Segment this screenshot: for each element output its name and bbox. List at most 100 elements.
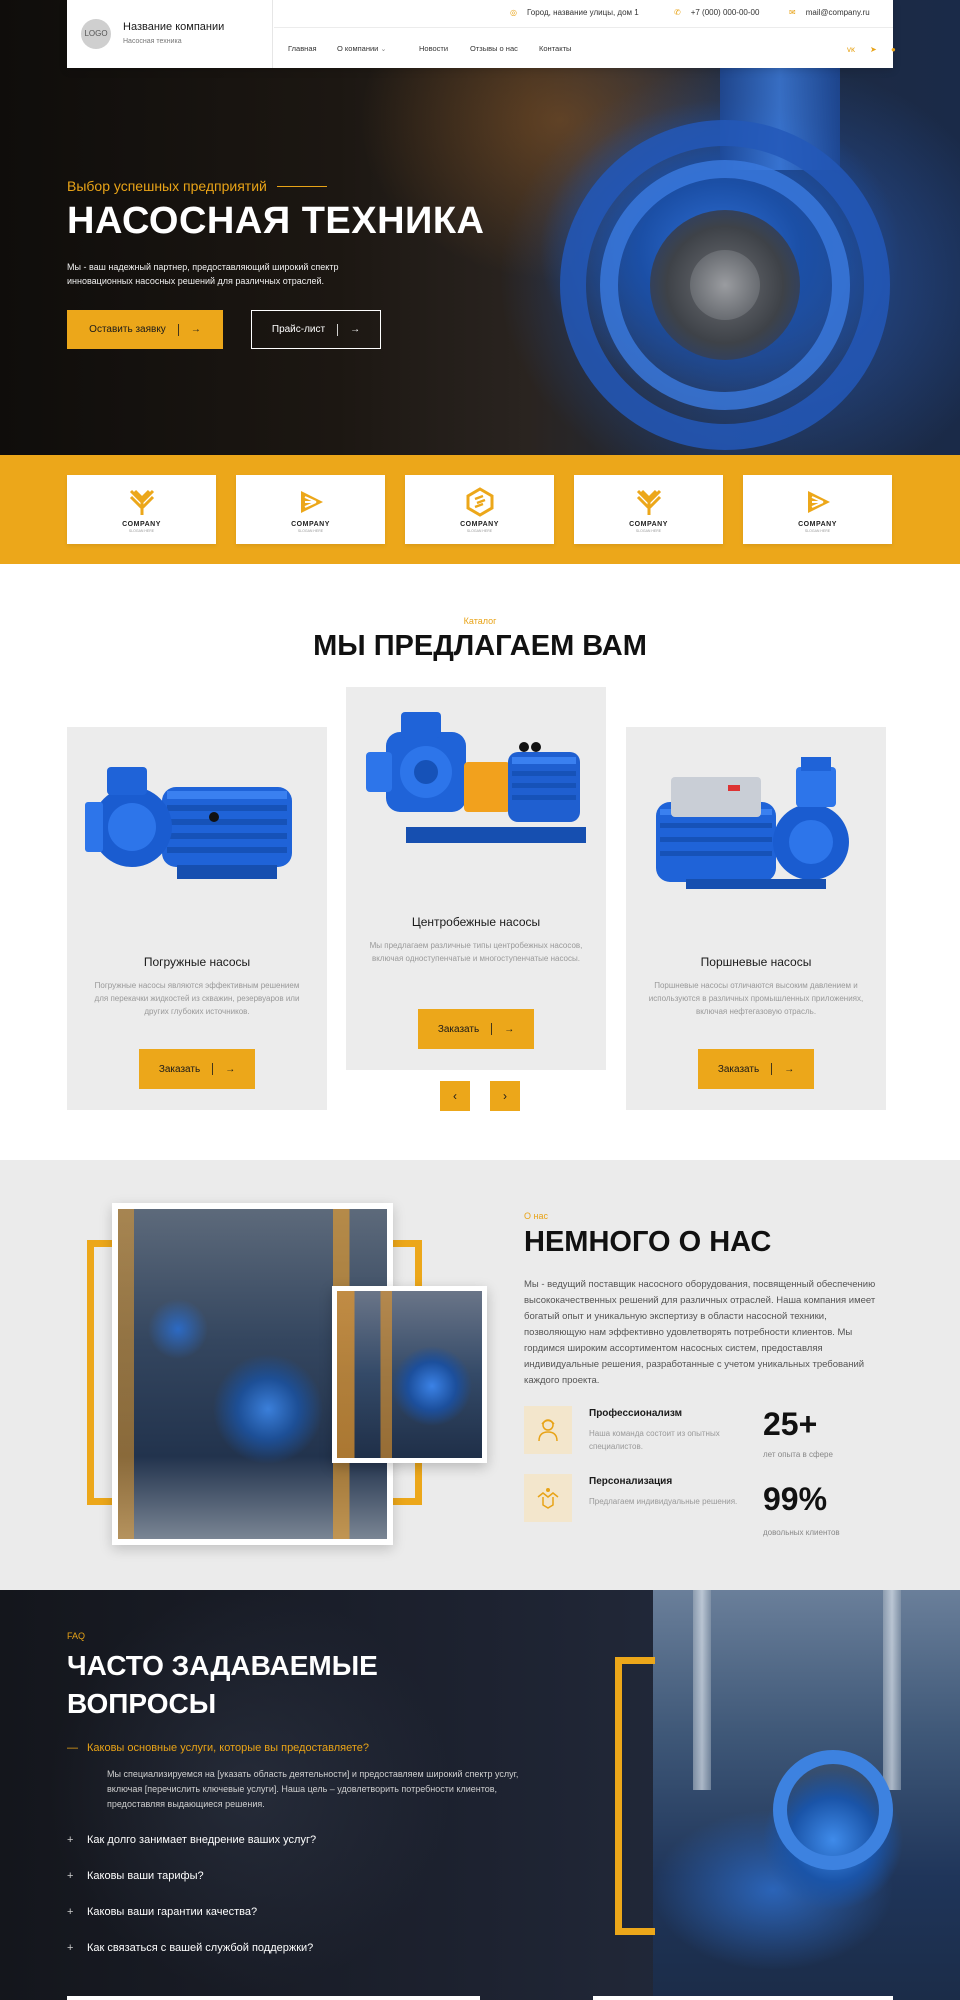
partner-slogan: SLOGAN HERE bbox=[128, 528, 155, 533]
partner-name: COMPANY bbox=[122, 520, 161, 528]
nav-item-contacts[interactable]: Контакты bbox=[539, 44, 571, 53]
kicker-line bbox=[276, 185, 327, 187]
partner-name: COMPANY bbox=[629, 520, 668, 528]
request-button[interactable]: Оставить заявку → bbox=[67, 310, 223, 349]
stat-label: лет опыта в сфере bbox=[763, 1450, 833, 1459]
partner-slogan: SLOGAN HERE bbox=[297, 528, 324, 533]
partner-logo[interactable]: COMPANY SLOGAN HERE bbox=[236, 475, 385, 544]
button-separator bbox=[491, 1023, 493, 1035]
pump-valve-image bbox=[337, 1291, 482, 1458]
product-name: Центробежные насосы bbox=[411, 915, 541, 929]
feature-description: Предлагаем индивидуальные решения. bbox=[589, 1497, 738, 1506]
stat-label: довольных клиентов bbox=[763, 1528, 840, 1537]
submersible-pump-image bbox=[85, 767, 292, 879]
about-kicker: О нас bbox=[524, 1211, 548, 1221]
partner-logo[interactable]: COMPANY SLOGAN HERE bbox=[574, 475, 723, 544]
product-card: Центробежные насосы Мы предлагаем различ… bbox=[346, 687, 606, 1070]
brand-block[interactable]: LOGO Название компании Насосная техника bbox=[67, 0, 273, 68]
footer-divider bbox=[593, 1996, 893, 2000]
faq-question[interactable]: + Каковы ваши гарантии качества? bbox=[67, 1906, 257, 1918]
stat-value: 99% bbox=[763, 1481, 828, 1517]
price-list-button[interactable]: Прайс-лист → bbox=[251, 310, 381, 349]
faq-question[interactable]: + Как долго занимает внедрение ваших усл… bbox=[67, 1834, 316, 1846]
order-button[interactable]: Заказать → bbox=[698, 1049, 814, 1089]
piston-pump-image bbox=[656, 757, 849, 889]
phone-text[interactable]: +7 (000) 000-00-00 bbox=[691, 8, 760, 17]
partner-name: COMPANY bbox=[460, 520, 499, 528]
button-separator bbox=[212, 1063, 214, 1075]
product-name: Поршневые насосы bbox=[700, 955, 812, 969]
vk-icon[interactable]: ᴠᴋ bbox=[847, 45, 855, 54]
order-button[interactable]: Заказать → bbox=[418, 1009, 534, 1049]
hero-description: Мы - ваш надежный партнер, предоставляющ… bbox=[67, 262, 339, 286]
decor-bracket-faq bbox=[615, 1657, 655, 1935]
button-separator bbox=[337, 323, 339, 336]
partner-slogan: SLOGAN HERE bbox=[635, 528, 662, 533]
stat-value: 25+ bbox=[763, 1406, 818, 1442]
plus-icon: + bbox=[67, 1834, 74, 1846]
request-button-label: Оставить заявку bbox=[89, 324, 166, 335]
contact-bar: ◎ Город, название улицы, дом 1 ✆ +7 (000… bbox=[274, 0, 893, 28]
logo[interactable]: LOGO bbox=[81, 19, 111, 49]
nav-item-about[interactable]: О компании ⌄ bbox=[337, 44, 386, 53]
partner-logo[interactable]: COMPANY SLOGAN HERE bbox=[743, 475, 892, 544]
hexagon-logo-icon bbox=[466, 486, 493, 517]
location-icon: ◎ bbox=[510, 8, 517, 17]
phone-icon: ✆ bbox=[674, 8, 681, 17]
nav-item-about-label: О компании bbox=[337, 44, 379, 53]
company-tagline: Насосная техника bbox=[123, 38, 182, 45]
nav-item-reviews[interactable]: Отзывы о нас bbox=[470, 44, 518, 53]
partner-slogan: SLOGAN HERE bbox=[804, 528, 831, 533]
slider-next-button[interactable]: › bbox=[490, 1081, 520, 1111]
faq-question-text: Каковы основные услуги, которые вы предо… bbox=[87, 1742, 369, 1754]
order-button-label: Заказать bbox=[717, 1063, 760, 1075]
partner-name: COMPANY bbox=[798, 520, 837, 528]
faq-question-text: Как связаться с вашей службой поддержки? bbox=[87, 1942, 314, 1954]
address-item: ◎ Город, название улицы, дом 1 bbox=[510, 8, 639, 17]
faq-question[interactable]: + Как связаться с вашей службой поддержк… bbox=[67, 1942, 313, 1954]
button-separator bbox=[771, 1063, 773, 1075]
order-button-label: Заказать bbox=[158, 1063, 201, 1075]
partner-logo[interactable]: COMPANY SLOGAN HERE bbox=[405, 475, 554, 544]
hero-pump-nut bbox=[690, 250, 760, 320]
address-text: Город, название улицы, дом 1 bbox=[526, 8, 639, 17]
faq-title: ЧАСТО ЗАДАВАЕМЫЕ ВОПРОСЫ bbox=[67, 1650, 378, 1719]
product-description: Погружные насосы являются эффективным ре… bbox=[94, 981, 300, 1016]
order-button-label: Заказать bbox=[437, 1023, 480, 1035]
button-separator bbox=[177, 323, 179, 336]
feature-title: Профессионализм bbox=[589, 1408, 683, 1419]
about-title: НЕМНОГО О НАС bbox=[524, 1226, 772, 1258]
partner-name: COMPANY bbox=[291, 520, 330, 528]
chevron-left-icon: ‹ bbox=[453, 1089, 457, 1103]
partner-slogan: SLOGAN HERE bbox=[466, 528, 493, 533]
faq-question-expanded[interactable]: — Каковы основные услуги, которые вы пре… bbox=[67, 1742, 369, 1754]
faq-answer: Мы специализируемся на [указать область … bbox=[107, 1769, 519, 1809]
partner-logo[interactable]: COMPANY SLOGAN HERE bbox=[67, 475, 216, 544]
company-name: Название компании bbox=[123, 21, 225, 33]
product-card: Погружные насосы Погружные насосы являют… bbox=[67, 727, 327, 1110]
feature-title: Персонализация bbox=[589, 1476, 673, 1487]
nav-item-news[interactable]: Новости bbox=[419, 44, 448, 53]
email-text[interactable]: mail@company.ru bbox=[806, 8, 870, 17]
faq-question[interactable]: + Каковы ваши тарифы? bbox=[67, 1870, 204, 1882]
phone-item[interactable]: ✆ +7 (000) 000-00-00 bbox=[674, 8, 759, 17]
plus-icon: + bbox=[67, 1870, 74, 1882]
odnoklassniki-icon[interactable]: ● bbox=[891, 45, 896, 54]
about-photo-secondary bbox=[332, 1286, 487, 1463]
telegram-icon[interactable]: ➤ bbox=[870, 45, 877, 54]
arrow-right-icon: → bbox=[225, 1063, 236, 1075]
hero-title: НАСОСНАЯ ТЕХНИКА bbox=[67, 200, 485, 242]
catalog-kicker: Каталог bbox=[463, 616, 497, 626]
slider-prev-button[interactable]: ‹ bbox=[440, 1081, 470, 1111]
mail-icon: ✉ bbox=[789, 8, 796, 17]
arrow-right-icon: → bbox=[784, 1063, 795, 1075]
chevron-down-icon: ⌄ bbox=[380, 46, 387, 53]
catalog-title: МЫ ПРЕДЛАГАЕМ ВАМ bbox=[313, 630, 647, 662]
nav-item-home[interactable]: Главная bbox=[288, 44, 317, 53]
product-description: Мы предлагаем различные типы центробежны… bbox=[369, 941, 583, 963]
email-item[interactable]: ✉ mail@company.ru bbox=[789, 8, 870, 17]
hero-kicker: Выбор успешных предприятий bbox=[67, 178, 327, 194]
order-button[interactable]: Заказать → bbox=[139, 1049, 255, 1089]
arrow-right-icon: → bbox=[190, 324, 201, 335]
centrifugal-pump-image bbox=[366, 712, 586, 843]
